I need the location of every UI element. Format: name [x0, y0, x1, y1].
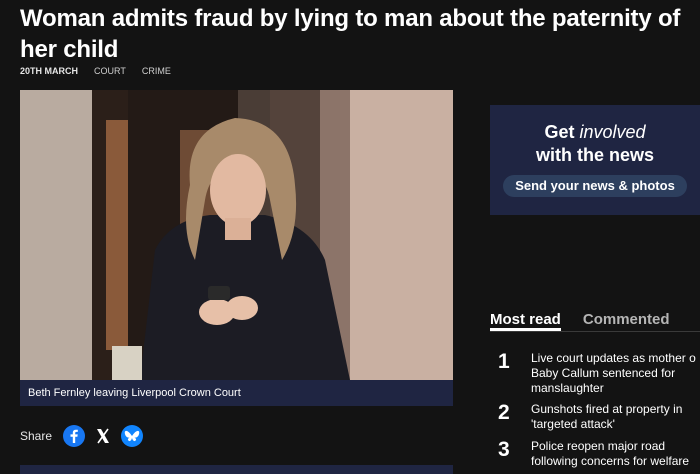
list-item-line: Live court updates as mother o [531, 351, 696, 365]
list-item-line: following concerns for welfare [531, 454, 690, 468]
list-item[interactable]: 2 Gunshots fired at property in 'targete… [490, 399, 700, 436]
list-item-title[interactable]: Live court updates as mother o Baby Call… [531, 351, 700, 396]
most-read-list: 1 Live court updates as mother o Baby Ca… [490, 348, 700, 474]
tag-court[interactable]: COURT [94, 66, 126, 76]
list-item-rank: 1 [498, 350, 510, 373]
list-item-title[interactable]: Police reopen major road following conce… [531, 439, 700, 469]
promo-involved: involved [579, 122, 646, 142]
share-label: Share [20, 429, 53, 443]
tab-commented[interactable]: Commented [583, 311, 670, 331]
tag-crime[interactable]: CRIME [142, 66, 171, 76]
send-news-button[interactable]: Send your news & photos [503, 175, 687, 197]
list-item-line: Baby Callum sentenced for [531, 366, 676, 380]
article-headline: Woman admits fraud by lying to man about… [20, 5, 681, 63]
sidebar-tabs: Most read Commented [490, 311, 700, 332]
photo-illustration [20, 90, 453, 380]
photo-caption: Beth Fernley leaving Liverpool Crown Cou… [20, 380, 453, 406]
bluesky-icon[interactable] [121, 425, 144, 447]
list-item-rank: 3 [498, 438, 510, 461]
list-item[interactable]: 1 Live court updates as mother o Baby Ca… [490, 348, 700, 399]
promo-get: Get [544, 122, 575, 142]
article-date: 20TH MARCH [20, 66, 79, 76]
share-bar: Share [20, 424, 144, 448]
x-icon[interactable] [92, 425, 114, 447]
article-meta: 20TH MARCH COURT CRIME [20, 66, 171, 76]
promo-heading: Get involved [490, 121, 700, 143]
list-item[interactable]: 3 Police reopen major road following con… [490, 436, 700, 474]
list-item-line: manslaughter [531, 381, 604, 395]
list-item-rank: 2 [498, 401, 510, 424]
facebook-icon[interactable] [63, 425, 86, 447]
get-involved-promo: Get involved with the news Send your new… [490, 105, 700, 215]
list-item-line: Police reopen major road [531, 439, 666, 453]
related-strip [20, 465, 453, 474]
promo-subheading: with the news [535, 145, 654, 165]
tab-most-read[interactable]: Most read [490, 311, 561, 331]
article-photo: Beth Fernley leaving Liverpool Crown Cou… [20, 90, 453, 406]
list-item-title[interactable]: Gunshots fired at property in 'targeted … [531, 402, 700, 432]
list-item-line: Gunshots fired at property in [531, 402, 683, 416]
list-item-line: 'targeted attack' [531, 417, 615, 431]
